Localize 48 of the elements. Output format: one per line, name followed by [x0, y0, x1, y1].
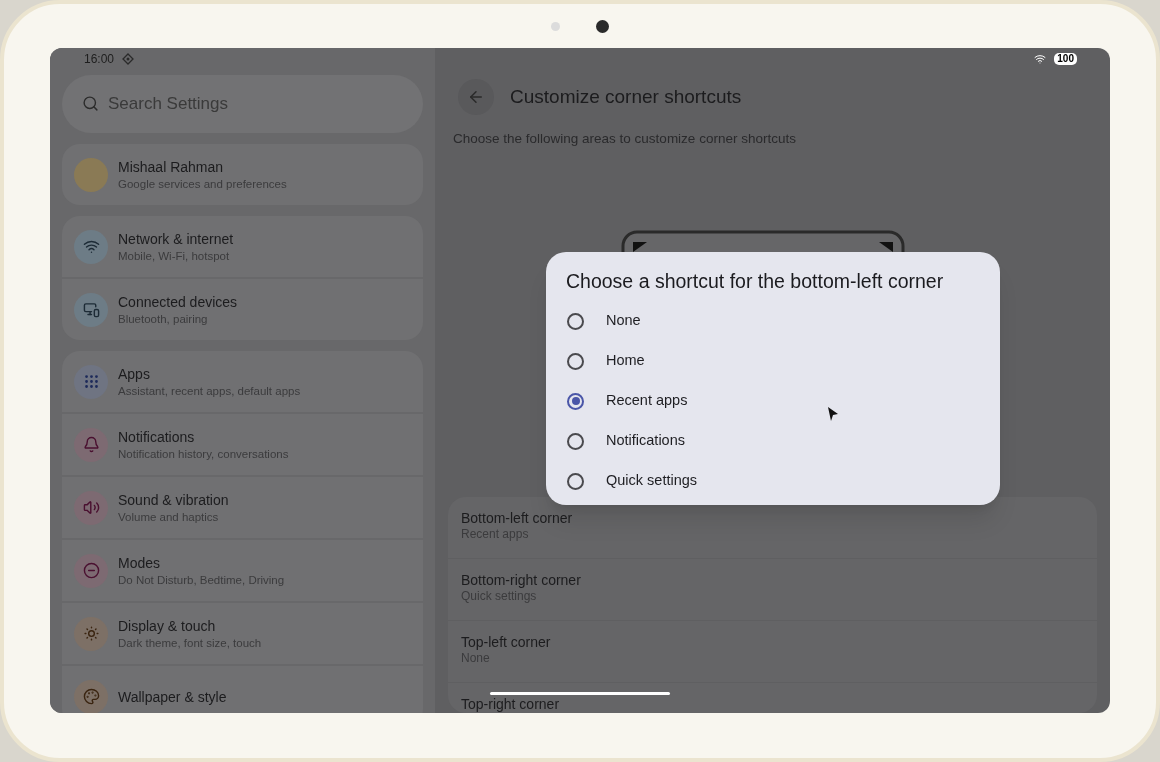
- row-title: Bottom-left corner: [461, 510, 574, 527]
- item-title: Connected devices: [118, 292, 238, 311]
- speaker-icon: [74, 490, 108, 525]
- radio-option[interactable]: Recent apps: [566, 381, 980, 421]
- option-label: None: [606, 311, 641, 331]
- radio-button[interactable]: [567, 472, 584, 490]
- search-icon: [82, 95, 99, 112]
- grid-icon: [74, 364, 108, 399]
- wifi-icon: [1034, 53, 1047, 65]
- sensor-icon: [551, 21, 560, 31]
- item-title: Modes: [118, 553, 162, 572]
- radio-button[interactable]: [567, 312, 584, 330]
- bell-icon: [74, 427, 108, 462]
- row-title: Top-left corner: [461, 634, 552, 651]
- avatar-icon: [74, 157, 108, 192]
- radio-option[interactable]: None: [566, 301, 980, 341]
- devices-icon: [74, 292, 108, 327]
- item-title: Mishaal Rahman: [118, 157, 225, 176]
- search-field[interactable]: Search Settings: [62, 75, 423, 133]
- option-label: Notifications: [606, 431, 685, 451]
- option-label: Quick settings: [606, 471, 698, 491]
- pointer-cursor-icon: [827, 406, 839, 422]
- radio-option[interactable]: Notifications: [566, 421, 980, 461]
- palette-icon: [74, 679, 108, 713]
- wifi-icon: [74, 229, 108, 264]
- settings-item[interactable]: Wallpaper & style: [62, 666, 423, 713]
- row-title: Top-right corner: [461, 696, 561, 713]
- status-time: 16:00: [84, 51, 115, 68]
- radio-button[interactable]: [567, 432, 584, 450]
- radio-button[interactable]: [567, 352, 584, 370]
- item-title: Display & touch: [118, 616, 217, 635]
- item-title: Sound & vibration: [118, 490, 229, 509]
- item-title: Wallpaper & style: [118, 687, 227, 706]
- page-title: Customize corner shortcuts: [510, 84, 742, 109]
- option-label: Home: [606, 351, 645, 371]
- option-label: Recent apps: [606, 391, 688, 411]
- corner-setting-row[interactable]: Top-right corner: [448, 683, 1097, 713]
- row-title: Bottom-right corner: [461, 572, 582, 589]
- item-title: Apps: [118, 364, 151, 383]
- sun-icon: [74, 616, 108, 651]
- diamond-icon: [122, 53, 135, 65]
- item-title: Notifications: [118, 427, 196, 446]
- item-title: Network & internet: [118, 229, 234, 248]
- radio-button[interactable]: [567, 392, 584, 410]
- dialog-title: Choose a shortcut for the bottom-left corner: [566, 269, 945, 294]
- battery-level: 100: [1054, 53, 1077, 65]
- radio-option[interactable]: Home: [566, 341, 980, 381]
- camera-icon: [596, 19, 609, 33]
